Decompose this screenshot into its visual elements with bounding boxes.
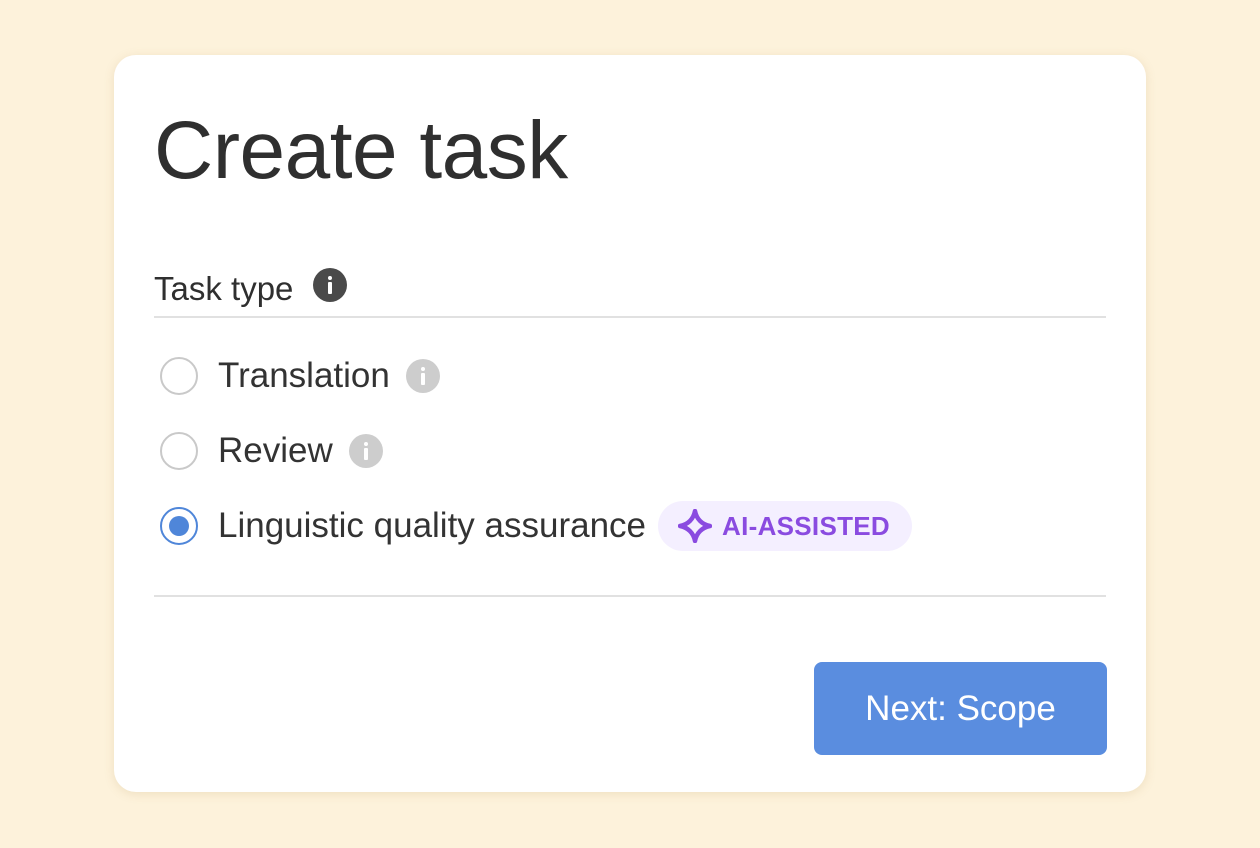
option-label: Review	[218, 431, 333, 470]
task-type-options: Translation Review Linguistic quality as…	[160, 351, 912, 576]
info-icon[interactable]	[405, 359, 440, 393]
option-translation[interactable]: Translation	[160, 351, 912, 401]
option-label: Translation	[218, 356, 390, 395]
dialog-title: Create task	[154, 105, 568, 196]
radio-review[interactable]	[160, 432, 198, 470]
info-icon[interactable]	[348, 434, 383, 468]
radio-linguistic-quality-assurance[interactable]	[160, 507, 198, 545]
badge-label: AI-ASSISTED	[722, 510, 890, 541]
info-icon[interactable]	[313, 268, 348, 302]
option-linguistic-quality-assurance[interactable]: Linguistic quality assurance AI-ASSISTED	[160, 501, 912, 551]
option-review[interactable]: Review	[160, 426, 912, 476]
ai-assisted-badge: AI-ASSISTED	[658, 501, 912, 551]
radio-translation[interactable]	[160, 357, 198, 395]
sparkle-icon	[678, 509, 713, 543]
next-scope-button[interactable]: Next: Scope	[814, 662, 1107, 755]
task-type-header: Task type	[154, 267, 348, 311]
option-label: Linguistic quality assurance	[218, 506, 647, 545]
divider	[154, 316, 1106, 318]
divider	[154, 595, 1106, 597]
create-task-dialog: Create task Task type Translation Review	[114, 55, 1146, 792]
task-type-label: Task type	[154, 270, 294, 307]
